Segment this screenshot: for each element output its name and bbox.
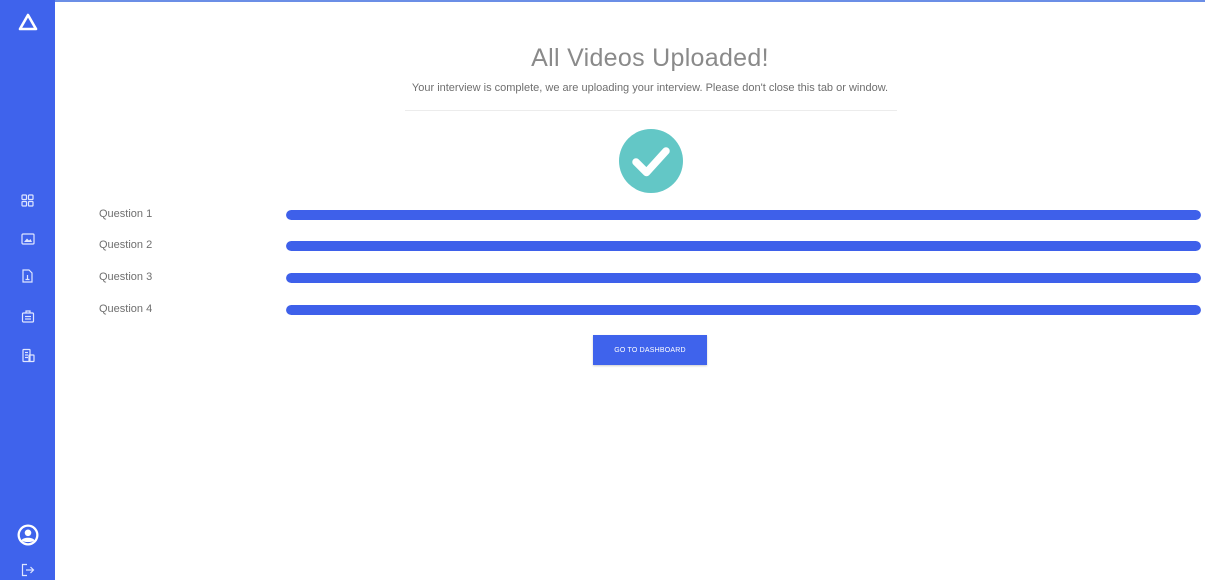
progress-bar: [286, 305, 1201, 315]
dashboard-grid-icon[interactable]: [0, 190, 55, 210]
divider: [405, 110, 897, 111]
question-row: Question 1: [99, 206, 1205, 222]
question-label: Question 1: [99, 208, 153, 220]
progress-fill: [286, 305, 1201, 315]
progress-fill: [286, 210, 1201, 220]
question-label: Question 3: [99, 271, 153, 283]
page-subtitle: Your interview is complete, we are uploa…: [411, 82, 889, 94]
progress-bar: [286, 241, 1201, 251]
user-avatar-icon[interactable]: [0, 522, 55, 548]
go-to-dashboard-button[interactable]: GO TO DASHBOARD: [593, 335, 707, 365]
briefcase-icon[interactable]: [0, 306, 55, 326]
sidebar: [0, 0, 55, 580]
logo-icon[interactable]: [0, 10, 55, 34]
image-icon[interactable]: [0, 229, 55, 249]
question-row: Question 3: [99, 269, 1205, 285]
main-content: All Videos Uploaded! Your interview is c…: [55, 0, 1205, 580]
progress-bar: [286, 210, 1201, 220]
question-label: Question 2: [99, 239, 153, 251]
check-circle-icon: [619, 129, 683, 193]
app: All Videos Uploaded! Your interview is c…: [0, 0, 1205, 580]
logout-icon[interactable]: [0, 561, 55, 579]
question-label: Question 4: [99, 303, 153, 315]
progress-bar: [286, 273, 1201, 283]
document-icon[interactable]: [0, 266, 55, 286]
progress-fill: [286, 273, 1201, 283]
building-icon[interactable]: [0, 345, 55, 365]
progress-fill: [286, 241, 1201, 251]
question-row: Question 2: [99, 237, 1205, 253]
question-row: Question 4: [99, 301, 1205, 317]
page-title: All Videos Uploaded!: [531, 44, 769, 72]
